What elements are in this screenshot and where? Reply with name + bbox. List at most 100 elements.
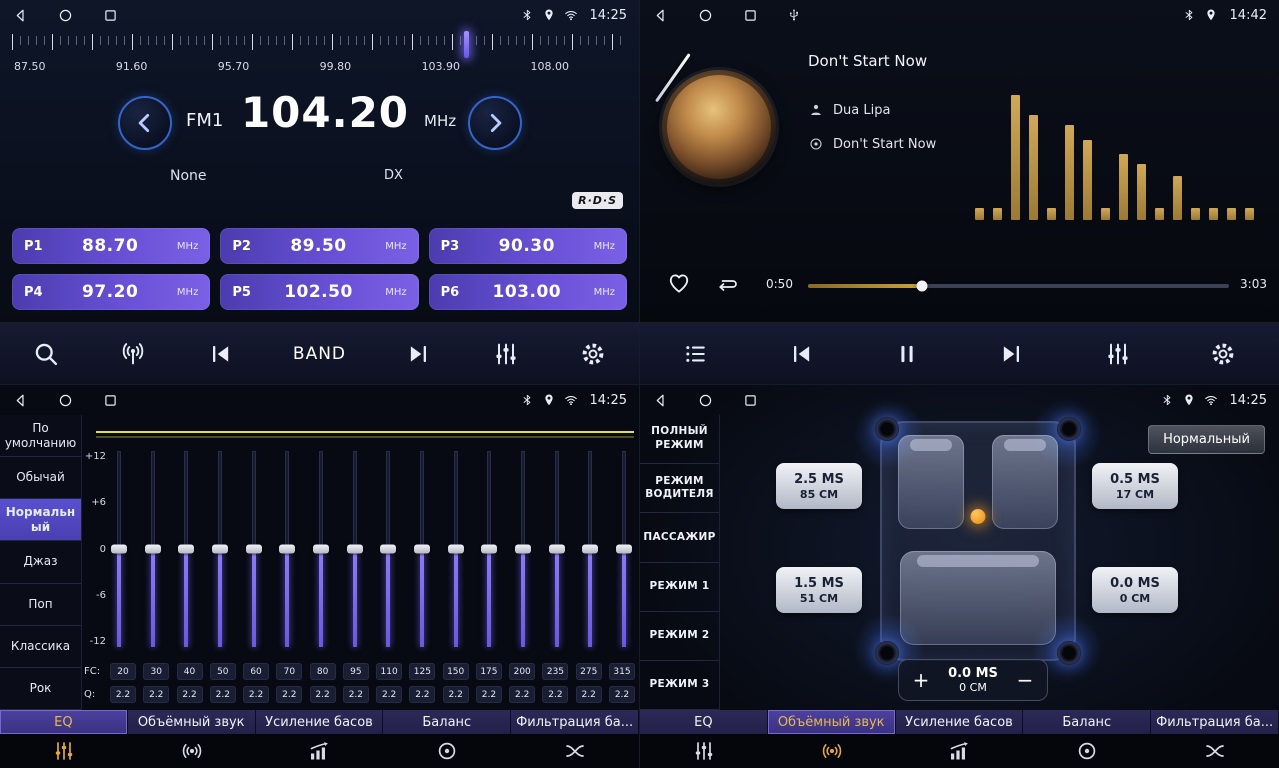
slider-knob[interactable] [481, 545, 497, 554]
tab-bass-icon-button[interactable] [256, 734, 384, 768]
eq-preset-item[interactable]: Поп [0, 584, 81, 626]
eq-band-slider[interactable] [144, 451, 162, 647]
delay-decrease-button[interactable]: − [1012, 670, 1038, 690]
eq-band-slider[interactable] [379, 451, 397, 647]
front-right-delay-chip[interactable]: 0.5 MS 17 CM [1092, 463, 1178, 509]
frequency-indicator[interactable] [464, 31, 469, 58]
slider-knob[interactable] [347, 545, 363, 554]
eq-band-slider[interactable] [413, 451, 431, 647]
home-button[interactable] [697, 392, 714, 409]
tab-surround-icon-button[interactable] [768, 734, 896, 768]
eq-band-slider[interactable] [211, 451, 229, 647]
settings-button[interactable] [579, 340, 607, 368]
band-button[interactable]: BAND [293, 344, 346, 364]
recents-button[interactable] [102, 7, 119, 24]
eq-band-slider[interactable] [615, 451, 633, 647]
slider-knob[interactable] [448, 545, 464, 554]
tab-filter-icon-button[interactable] [511, 734, 639, 768]
audio-tab[interactable]: EQ [640, 710, 768, 734]
home-button[interactable] [57, 392, 74, 409]
eq-band-slider[interactable] [581, 451, 599, 647]
eq-preset-item[interactable]: Обычай [0, 457, 81, 499]
back-button[interactable] [652, 392, 669, 409]
eq-band-slider[interactable] [245, 451, 263, 647]
eq-preset-item[interactable]: Классика [0, 626, 81, 668]
eq-shortcut-button[interactable] [492, 340, 520, 368]
eq-band-slider[interactable] [514, 451, 532, 647]
seek-up-button[interactable] [468, 96, 522, 150]
seek-down-button[interactable] [118, 96, 172, 150]
listening-mode-item[interactable]: РЕЖИМ 1 [640, 563, 719, 612]
audio-tab[interactable]: Объёмный звук [768, 710, 896, 734]
slider-knob[interactable] [515, 545, 531, 554]
slider-knob[interactable] [178, 545, 194, 554]
slider-knob[interactable] [380, 545, 396, 554]
preset-button[interactable]: P3 90.30 MHz [429, 228, 627, 264]
eq-band-slider[interactable] [110, 451, 128, 647]
slider-knob[interactable] [582, 545, 598, 554]
profile-button[interactable]: Нормальный [1148, 425, 1265, 454]
back-button[interactable] [652, 7, 669, 24]
progress-thumb[interactable] [916, 281, 927, 292]
slider-knob[interactable] [111, 545, 127, 554]
slider-knob[interactable] [145, 545, 161, 554]
eq-band-slider[interactable] [480, 451, 498, 647]
slider-knob[interactable] [549, 545, 565, 554]
slider-knob[interactable] [246, 545, 262, 554]
broadcast-button[interactable] [119, 340, 147, 368]
eq-band-slider[interactable] [447, 451, 465, 647]
recents-button[interactable] [742, 7, 759, 24]
preset-button[interactable]: P5 102.50 MHz [220, 274, 418, 310]
frequency-ruler[interactable]: 87.5091.6095.7099.80103.90108.00 [12, 34, 627, 82]
back-button[interactable] [12, 7, 29, 24]
tab-filter-icon-button[interactable] [1151, 734, 1279, 768]
rear-left-delay-chip[interactable]: 1.5 MS 51 CM [776, 567, 862, 613]
listening-position-dot[interactable] [971, 509, 986, 524]
tab-eq-icon-button[interactable] [0, 734, 128, 768]
home-button[interactable] [697, 7, 714, 24]
favorite-button[interactable] [666, 270, 692, 296]
eq-preset-item[interactable]: По умолчанию [0, 415, 81, 457]
delay-increase-button[interactable]: + [908, 670, 934, 690]
prev-track-button[interactable] [787, 340, 815, 368]
audio-tab[interactable]: Усиление басов [896, 710, 1024, 734]
eq-band-slider[interactable] [548, 451, 566, 647]
eq-band-slider[interactable] [346, 451, 364, 647]
audio-tab[interactable]: Фильтрация ба... [1151, 710, 1279, 734]
recents-button[interactable] [102, 392, 119, 409]
eq-band-slider[interactable] [312, 451, 330, 647]
preset-button[interactable]: P2 89.50 MHz [220, 228, 418, 264]
pause-button[interactable] [893, 340, 921, 368]
audio-tab[interactable]: Усиление басов [256, 710, 384, 734]
audio-tab[interactable]: EQ [0, 710, 128, 734]
audio-tab[interactable]: Баланс [1023, 710, 1151, 734]
slider-knob[interactable] [212, 545, 228, 554]
recents-button[interactable] [742, 392, 759, 409]
preset-button[interactable]: P4 97.20 MHz [12, 274, 210, 310]
progress-track[interactable] [808, 284, 1229, 288]
eq-shortcut-button[interactable] [1104, 340, 1132, 368]
next-track-button[interactable] [998, 340, 1026, 368]
tab-eq-icon-button[interactable] [640, 734, 768, 768]
rear-right-delay-chip[interactable]: 0.0 MS 0 CM [1092, 567, 1178, 613]
listening-mode-item[interactable]: ПОЛНЫЙ РЕЖИМ [640, 415, 719, 464]
audio-tab[interactable]: Объёмный звук [128, 710, 256, 734]
eq-band-slider[interactable] [177, 451, 195, 647]
listening-mode-item[interactable]: РЕЖИМ ВОДИТЕЛЯ [640, 464, 719, 513]
listening-mode-item[interactable]: ПАССАЖИР [640, 513, 719, 562]
slider-knob[interactable] [279, 545, 295, 554]
tab-bass-icon-button[interactable] [896, 734, 1024, 768]
preset-button[interactable]: P1 88.70 MHz [12, 228, 210, 264]
front-left-delay-chip[interactable]: 2.5 MS 85 CM [776, 463, 862, 509]
repeat-button[interactable] [716, 272, 740, 296]
home-button[interactable] [57, 7, 74, 24]
scan-button[interactable] [32, 340, 60, 368]
audio-tab[interactable]: Баланс [383, 710, 511, 734]
eq-band-slider[interactable] [278, 451, 296, 647]
slider-knob[interactable] [616, 545, 632, 554]
prev-station-button[interactable] [206, 340, 234, 368]
listening-mode-item[interactable]: РЕЖИМ 3 [640, 661, 719, 710]
listening-mode-item[interactable]: РЕЖИМ 2 [640, 612, 719, 661]
eq-preset-item[interactable]: Джаз [0, 541, 81, 583]
eq-preset-item[interactable]: Рок [0, 668, 81, 710]
